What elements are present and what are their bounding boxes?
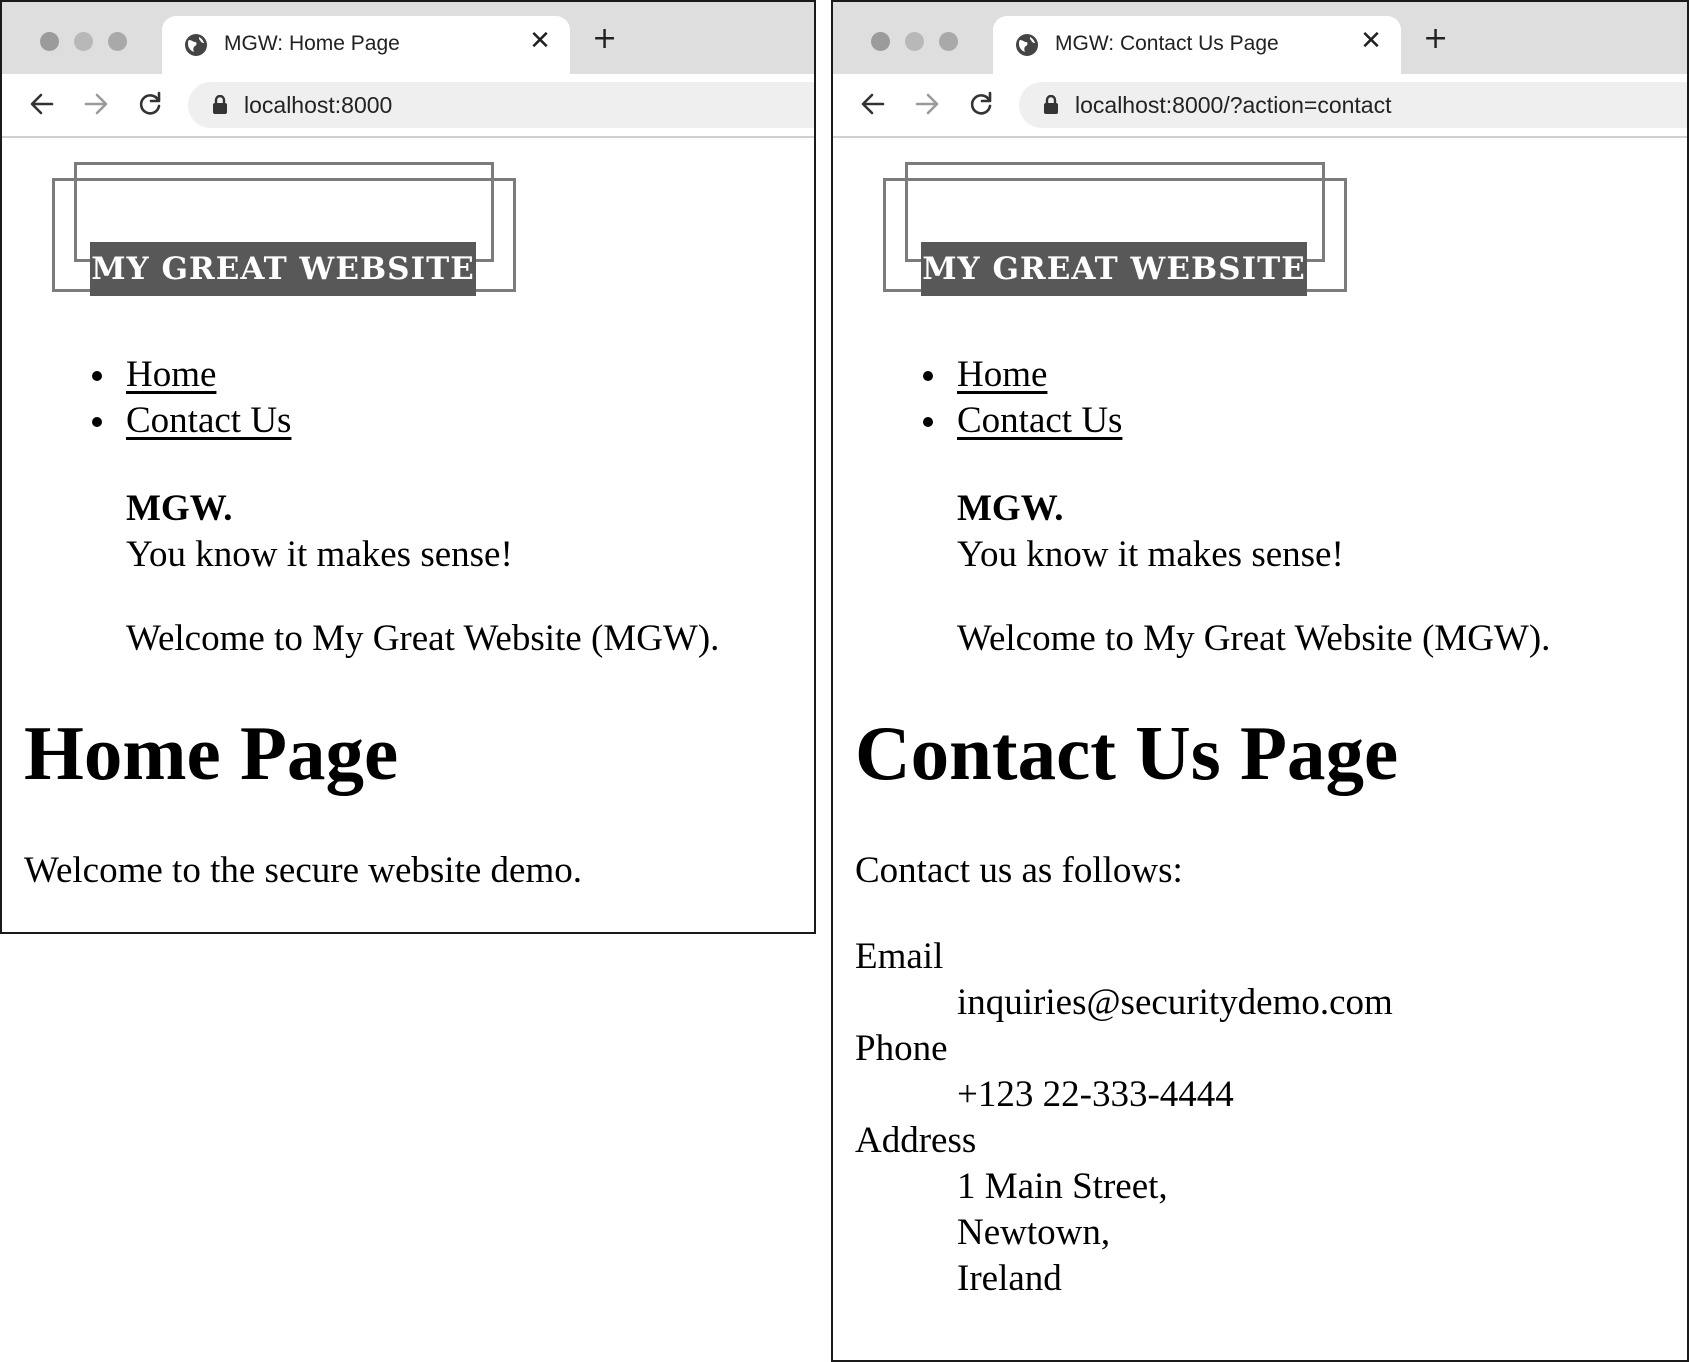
page-body-text: Welcome to the secure website demo. bbox=[24, 850, 582, 891]
tagline-text: You know it makes sense! bbox=[126, 534, 513, 575]
nav-item-home: Home bbox=[92, 352, 291, 398]
site-nav: Home Contact Us bbox=[92, 352, 291, 444]
address-line: Ireland bbox=[957, 1258, 1062, 1299]
close-tab-icon[interactable]: ✕ bbox=[526, 26, 554, 56]
arrow-left-icon[interactable] bbox=[859, 90, 887, 118]
lock-icon bbox=[213, 95, 227, 114]
bullet bbox=[923, 371, 933, 381]
logo-text: MY GREAT WEBSITE bbox=[921, 242, 1307, 296]
nav-item-contact: Contact Us bbox=[923, 398, 1122, 444]
phone-value: +123 22-333-4444 bbox=[957, 1074, 1234, 1115]
minimize-window-button[interactable] bbox=[74, 32, 93, 51]
minimize-window-button[interactable] bbox=[905, 32, 924, 51]
close-window-button[interactable] bbox=[871, 32, 890, 51]
tab-bar: MGW: Home Page ✕ + bbox=[2, 2, 814, 74]
globe-icon bbox=[1016, 34, 1038, 56]
zoom-window-button[interactable] bbox=[939, 32, 958, 51]
arrow-right-icon[interactable] bbox=[913, 90, 941, 118]
contact-us-link[interactable]: Contact Us bbox=[126, 400, 291, 441]
email-label: Email bbox=[855, 936, 944, 977]
contact-us-link[interactable]: Contact Us bbox=[957, 400, 1122, 441]
bullet bbox=[923, 417, 933, 427]
contact-details: Email inquiries@securitydemo.com Phone +… bbox=[855, 934, 1393, 1302]
close-tab-icon[interactable]: ✕ bbox=[1357, 26, 1385, 56]
address-bar[interactable]: localhost:8000 bbox=[188, 82, 814, 128]
welcome-text: Welcome to My Great Website (MGW). bbox=[126, 618, 720, 659]
tab-title: MGW: Contact Us Page bbox=[1055, 32, 1279, 55]
tagline: MGW. You know it makes sense! bbox=[957, 486, 1344, 578]
browser-window-contact: MGW: Contact Us Page ✕ + localhost:8000/… bbox=[831, 0, 1689, 1362]
email-value: inquiries@securitydemo.com bbox=[957, 982, 1393, 1023]
tagline-brand: MGW. bbox=[957, 488, 1064, 529]
globe-icon bbox=[185, 34, 207, 56]
browser-window-home: MGW: Home Page ✕ + localhost:8000 MY GRE bbox=[0, 0, 816, 934]
page-title: Home Page bbox=[24, 710, 399, 796]
tagline-text: You know it makes sense! bbox=[957, 534, 1344, 575]
tagline-brand: MGW. bbox=[126, 488, 233, 529]
page-body-text: Contact us as follows: bbox=[855, 850, 1183, 891]
bullet bbox=[92, 417, 102, 427]
site-nav: Home Contact Us bbox=[923, 352, 1122, 444]
url-text: localhost:8000/?action=contact bbox=[1075, 92, 1392, 118]
bullet bbox=[92, 371, 102, 381]
page-title: Contact Us Page bbox=[855, 710, 1399, 796]
new-tab-button[interactable]: + bbox=[1423, 24, 1448, 54]
arrow-right-icon[interactable] bbox=[82, 90, 110, 118]
browser-tab[interactable]: MGW: Contact Us Page ✕ bbox=[993, 16, 1401, 74]
logo-text: MY GREAT WEBSITE bbox=[90, 242, 476, 296]
browser-toolbar: localhost:8000 bbox=[2, 74, 814, 138]
site-logo[interactable]: MY GREAT WEBSITE bbox=[52, 162, 522, 302]
tab-title: MGW: Home Page bbox=[224, 32, 400, 55]
arrow-left-icon[interactable] bbox=[28, 90, 56, 118]
tab-bar: MGW: Contact Us Page ✕ + bbox=[833, 2, 1687, 74]
phone-label: Phone bbox=[855, 1028, 948, 1069]
page-content: MY GREAT WEBSITE Home Contact Us MGW. Yo… bbox=[833, 138, 1687, 1360]
home-link[interactable]: Home bbox=[126, 354, 216, 395]
address-line: 1 Main Street, bbox=[957, 1166, 1168, 1207]
browser-tab[interactable]: MGW: Home Page ✕ bbox=[162, 16, 570, 74]
new-tab-button[interactable]: + bbox=[592, 24, 617, 54]
reload-icon[interactable] bbox=[967, 90, 995, 118]
address-label: Address bbox=[855, 1120, 977, 1161]
site-logo[interactable]: MY GREAT WEBSITE bbox=[883, 162, 1353, 302]
close-window-button[interactable] bbox=[40, 32, 59, 51]
nav-item-contact: Contact Us bbox=[92, 398, 291, 444]
welcome-text: Welcome to My Great Website (MGW). bbox=[957, 618, 1551, 659]
lock-icon bbox=[1044, 95, 1058, 114]
page-content: MY GREAT WEBSITE Home Contact Us MGW. Yo… bbox=[2, 138, 814, 932]
address-line: Newtown, bbox=[957, 1212, 1111, 1253]
tagline: MGW. You know it makes sense! bbox=[126, 486, 513, 578]
browser-toolbar: localhost:8000/?action=contact bbox=[833, 74, 1687, 138]
home-link[interactable]: Home bbox=[957, 354, 1047, 395]
reload-icon[interactable] bbox=[136, 90, 164, 118]
url-text: localhost:8000 bbox=[244, 92, 393, 118]
address-bar[interactable]: localhost:8000/?action=contact bbox=[1019, 82, 1687, 128]
zoom-window-button[interactable] bbox=[108, 32, 127, 51]
nav-item-home: Home bbox=[923, 352, 1122, 398]
